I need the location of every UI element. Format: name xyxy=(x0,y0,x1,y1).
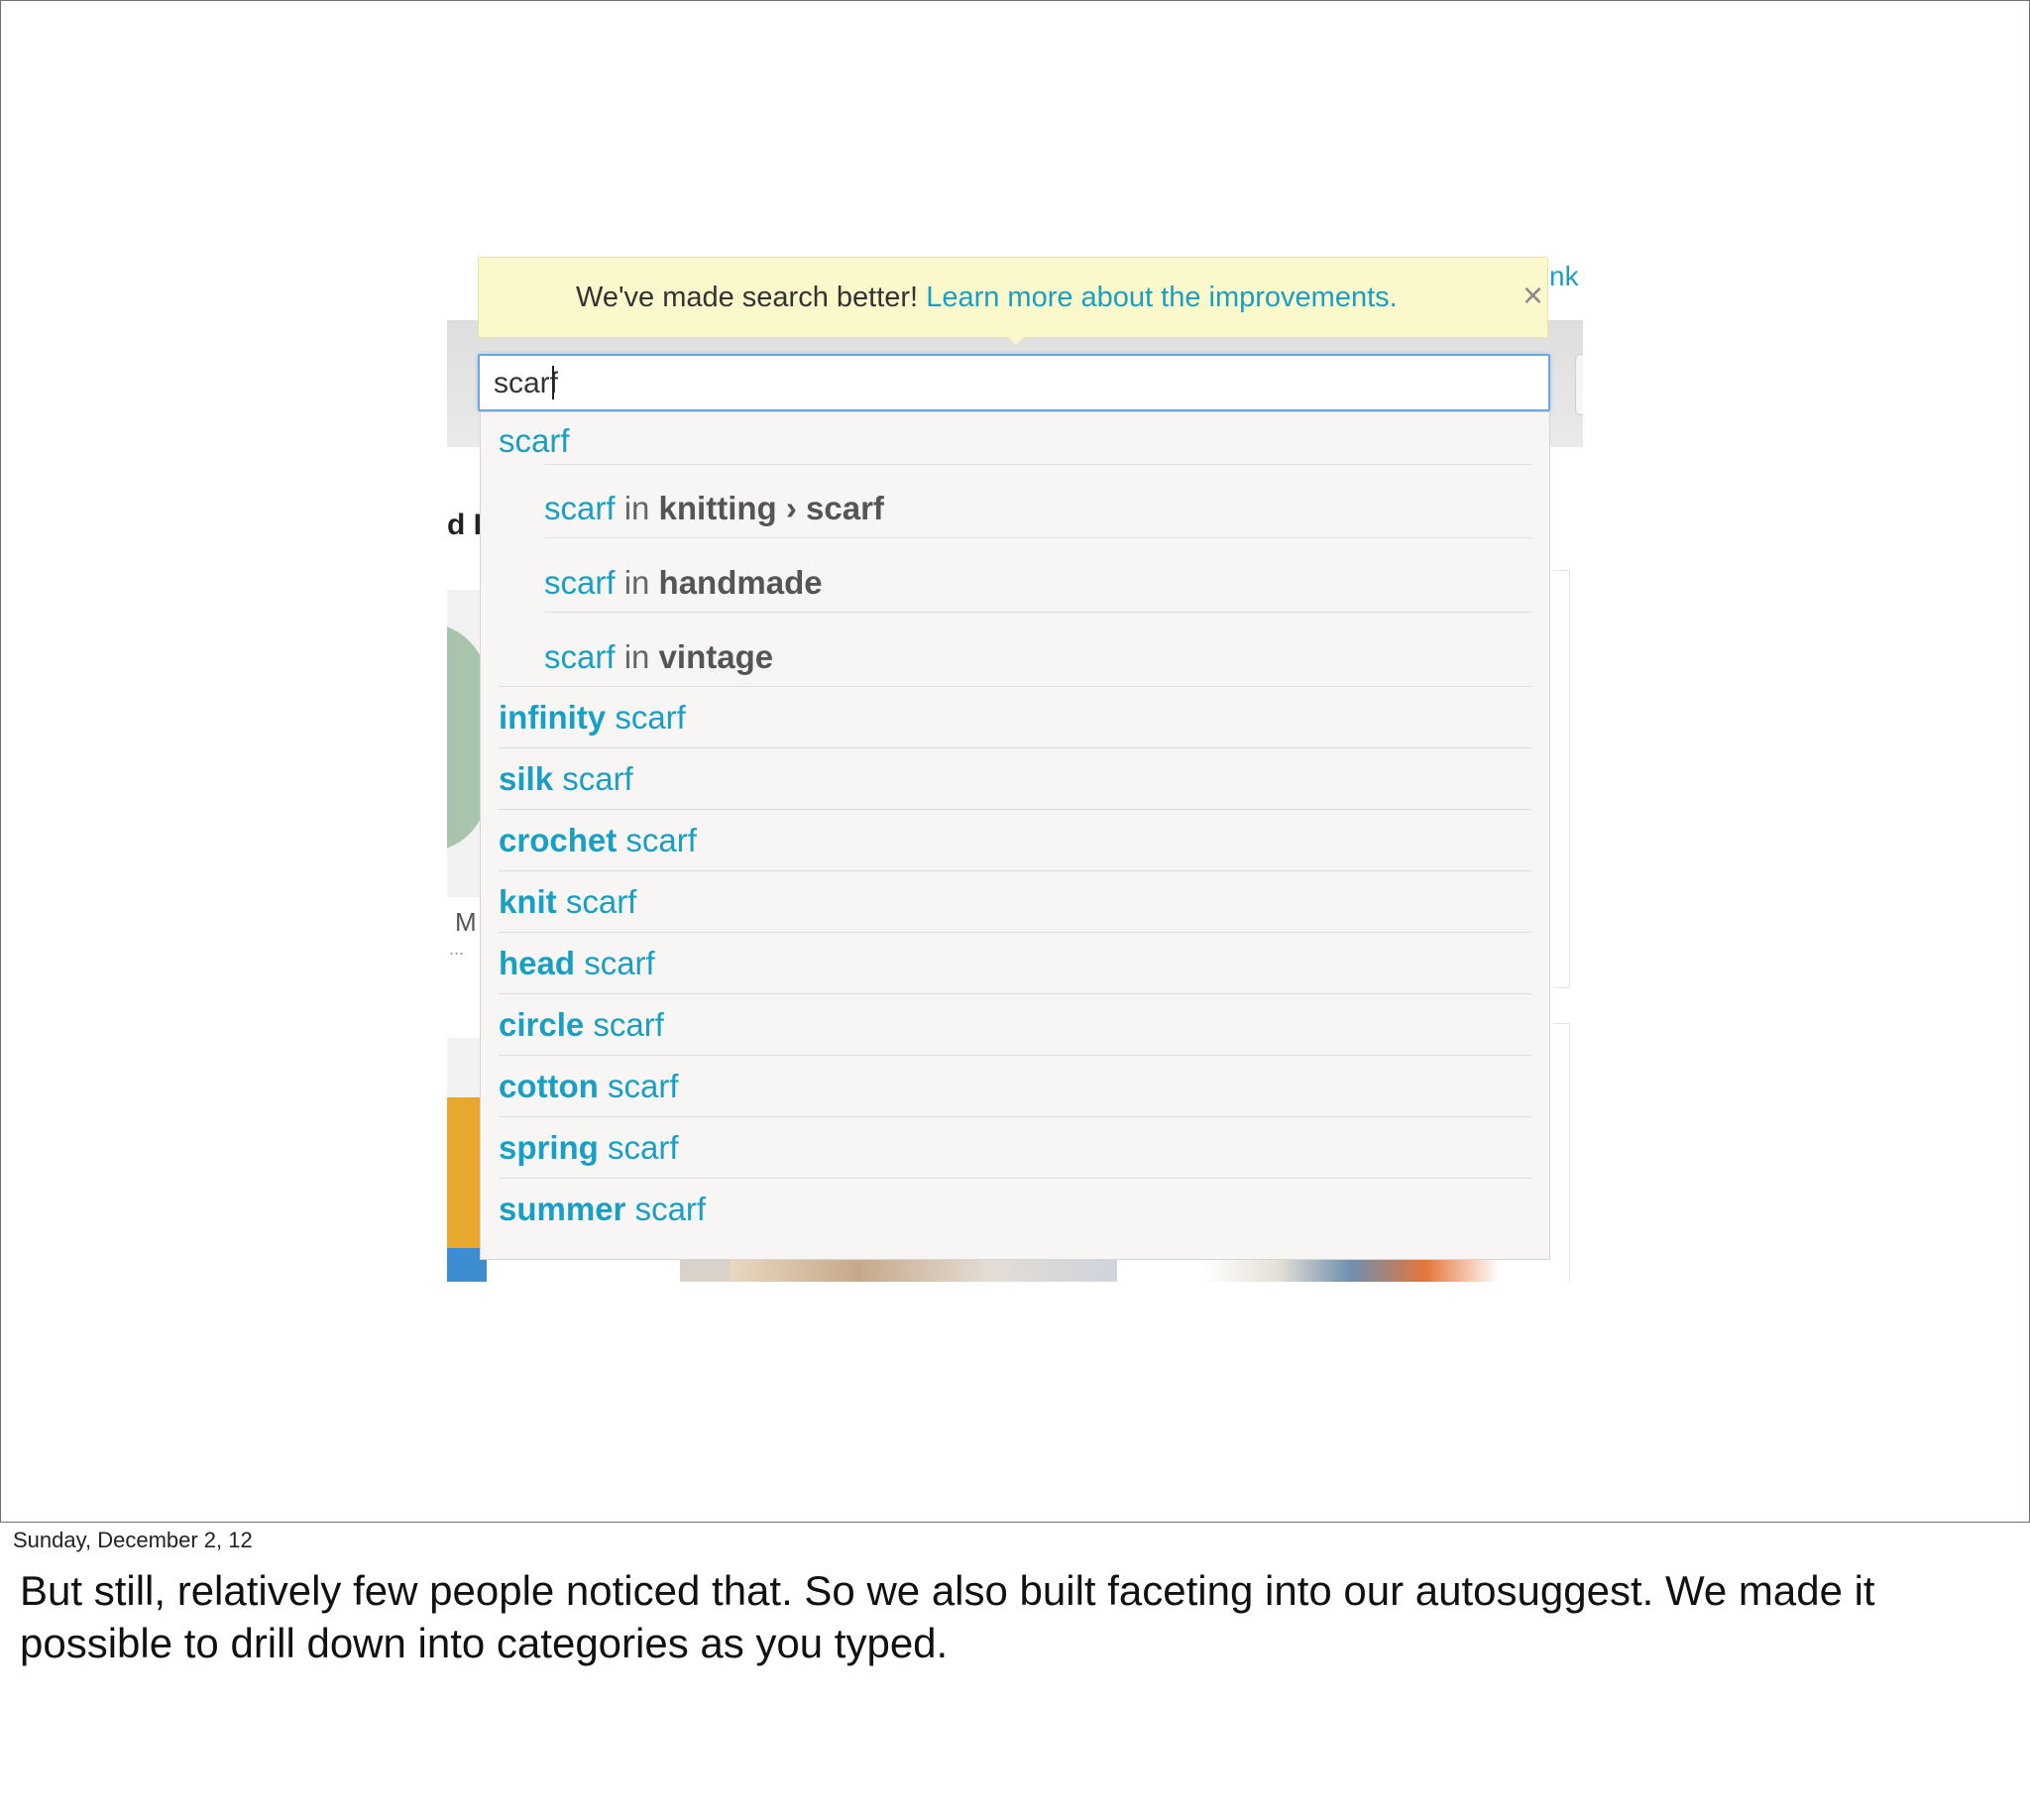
autosuggest-dropdown: scarf scarf in knitting › scarf scarf in… xyxy=(480,411,1550,1260)
screenshot-area: nk d I M ... We've made search better! L… xyxy=(447,255,1583,1282)
facet-suggestion-item[interactable]: scarf in vintage xyxy=(499,613,1531,687)
suggestion-term: scarf xyxy=(615,699,686,736)
close-icon[interactable]: × xyxy=(1522,278,1543,313)
section-heading-fragment: d I xyxy=(447,509,482,541)
header-link-fragment[interactable]: nk xyxy=(1549,261,1579,292)
facet-in-label: in xyxy=(623,490,650,526)
suggestion-term: scarf xyxy=(634,1191,707,1227)
suggestion-item[interactable]: circle scarf xyxy=(499,994,1531,1056)
learn-more-link[interactable]: Learn more about the improvements. xyxy=(926,282,1398,313)
suggestion-item[interactable]: summer scarf xyxy=(499,1179,1531,1239)
suggestion-term: scarf xyxy=(593,1006,664,1043)
suggestion-prefix: cotton xyxy=(499,1068,599,1104)
suggestion-prefix: spring xyxy=(499,1129,599,1166)
suggestion-term: scarf xyxy=(565,883,637,920)
slide-frame: nk d I M ... We've made search better! L… xyxy=(0,0,2030,1523)
facet-suggestion-item[interactable]: scarf in knitting › scarf xyxy=(544,464,1531,538)
suggestion-item[interactable]: cotton scarf xyxy=(499,1056,1531,1117)
suggestion-prefix: circle xyxy=(499,1006,585,1043)
divider xyxy=(544,412,1531,465)
suggestion-item[interactable]: infinity scarf xyxy=(499,687,1531,748)
suggestion-term: scarf xyxy=(562,760,633,797)
facet-category: handmade xyxy=(658,564,823,601)
suggestion-item[interactable]: head scarf xyxy=(499,933,1531,994)
more-ellipsis: ... xyxy=(449,939,465,959)
suggestion-prefix: knit xyxy=(499,883,557,920)
speaker-notes: But still, relatively few people noticed… xyxy=(20,1567,1875,1666)
suggestion-item[interactable]: spring scarf xyxy=(499,1117,1531,1179)
listing-card-right[interactable] xyxy=(1553,570,1570,988)
suggestion-item[interactable]: silk scarf xyxy=(499,748,1531,810)
shop-name-fragment[interactable]: M xyxy=(455,907,477,938)
facet-in-label: in xyxy=(623,638,650,675)
suggestion-item[interactable]: crochet scarf xyxy=(499,810,1531,871)
search-input[interactable]: scarf xyxy=(478,354,1550,411)
suggestion-prefix: silk xyxy=(499,760,554,797)
suggestion-prefix: head xyxy=(499,945,576,981)
facet-query: scarf xyxy=(544,564,616,601)
suggestion-term: scarf xyxy=(625,822,697,858)
slide-date: Sunday, December 2, 12 xyxy=(13,1528,253,1552)
suggestion-item[interactable]: knit scarf xyxy=(499,871,1531,933)
suggestion-term: scarf xyxy=(584,945,655,981)
notice-text-line: We've made search better! Learn more abo… xyxy=(576,282,1398,314)
search-query-text: scarf xyxy=(494,367,559,399)
facet-query: scarf xyxy=(544,638,616,675)
suggestion-term: scarf xyxy=(607,1068,679,1104)
facet-suggestion-item[interactable]: scarf in handmade xyxy=(544,538,1531,613)
facet-in-label: in xyxy=(623,564,650,601)
suggestion-prefix: summer xyxy=(499,1191,626,1227)
search-button-edge[interactable] xyxy=(1575,354,1583,415)
facet-query: scarf xyxy=(544,490,616,526)
facet-category: knitting › scarf xyxy=(658,490,884,526)
notice-pointer xyxy=(1005,334,1027,345)
search-improvement-notice: We've made search better! Learn more abo… xyxy=(478,257,1548,338)
facet-category: vintage xyxy=(658,638,774,675)
notice-message: We've made search better! xyxy=(576,282,919,313)
suggestion-prefix: infinity xyxy=(499,699,607,736)
suggestion-term: scarf xyxy=(608,1129,679,1166)
suggestion-prefix: crochet xyxy=(499,822,618,858)
listing-card-right-2[interactable] xyxy=(1553,1023,1570,1282)
text-cursor xyxy=(552,366,554,399)
